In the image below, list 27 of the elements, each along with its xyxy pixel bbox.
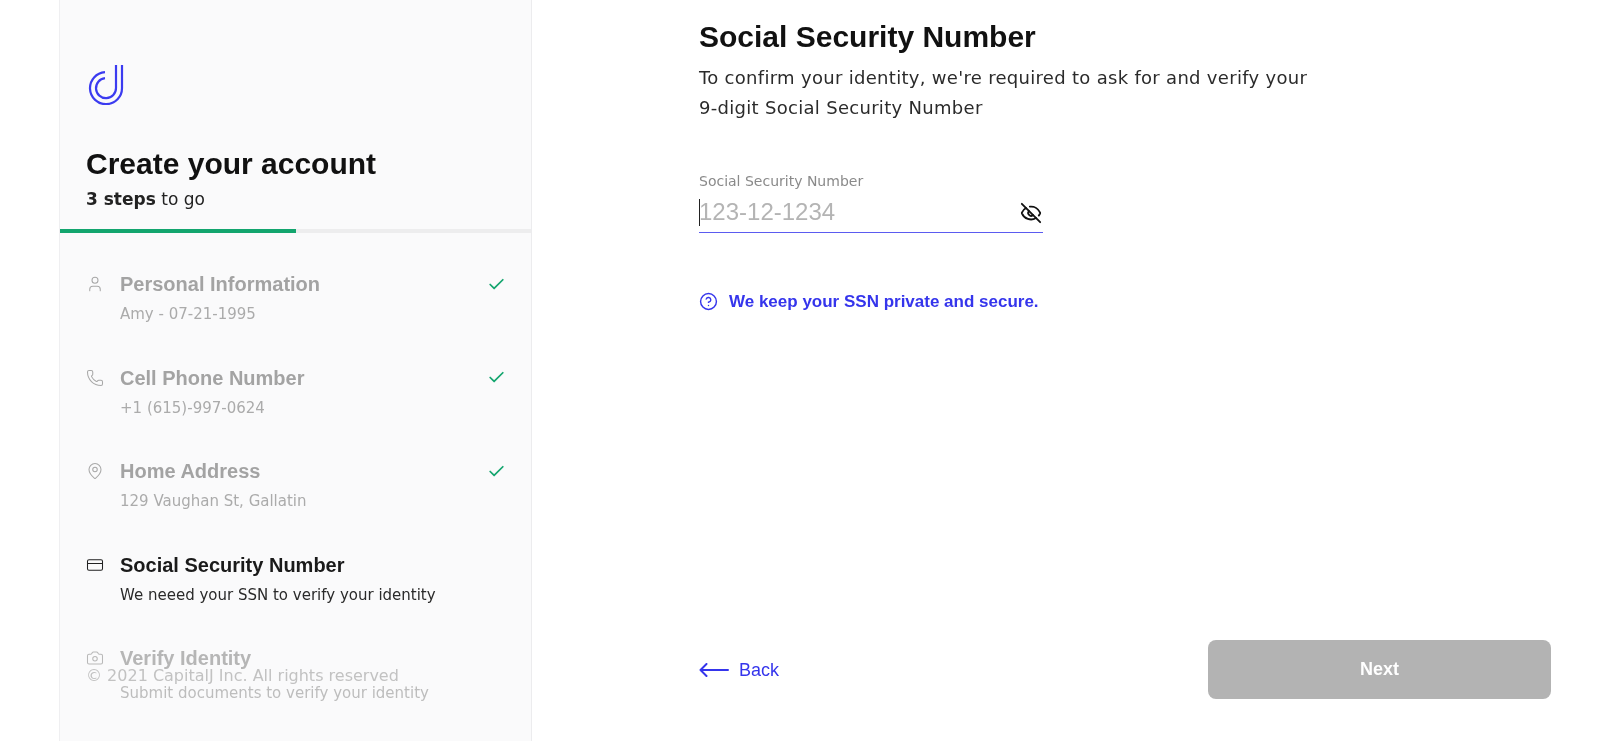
step-subtitle: Amy - 07-21-1995 xyxy=(120,306,256,322)
help-icon xyxy=(699,292,718,311)
step-title: Verify Identity xyxy=(120,648,252,668)
help-link[interactable]: We keep your SSN private and secure. xyxy=(729,290,1039,313)
step-title: Social Security Number xyxy=(120,554,345,575)
back-link[interactable]: Back xyxy=(699,658,780,681)
description-text: To confirm your identity, we're required to ask for and verify your 9-digit Social Security Number xyxy=(699,66,1309,120)
step-subtitle: We neeed your SSN to verify your identity xyxy=(120,586,436,603)
steps-remaining: 3 steps to go xyxy=(86,188,205,211)
step-title: Personal Information xyxy=(120,274,321,294)
sidebar-title: Create your account xyxy=(86,146,377,182)
person-icon xyxy=(86,275,104,293)
hide-password-icon[interactable] xyxy=(1019,201,1043,225)
camera-icon xyxy=(86,649,104,667)
map-pin-icon xyxy=(86,462,104,480)
step-subtitle: Submit documents to verify your identity xyxy=(120,685,429,701)
step-subtitle: +1 (615)-997-0624 xyxy=(120,399,265,416)
step-title: Home Address xyxy=(120,461,261,481)
step-title: Cell Phone Number xyxy=(120,367,305,388)
arrow-left-icon xyxy=(699,662,729,677)
ssn-input-field[interactable]: 123-12-1234 xyxy=(699,197,1043,233)
field-label: Social Security Number xyxy=(699,172,864,190)
phone-icon xyxy=(86,368,104,387)
logo-icon xyxy=(86,63,126,105)
step-subtitle: 129 Vaughan St, Gallatin xyxy=(120,493,307,509)
page-title: Social Security Number xyxy=(699,19,1036,55)
copyright-text: © 2021 CapitalJ Inc. All rights reserved xyxy=(86,668,399,684)
